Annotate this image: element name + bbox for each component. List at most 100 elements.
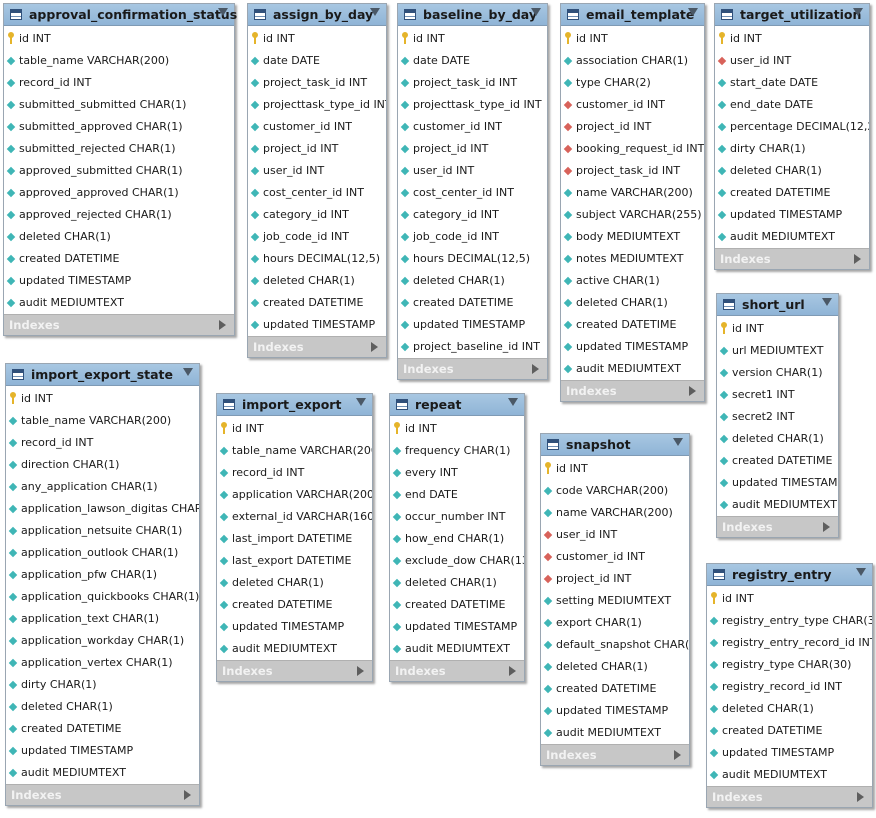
column-row[interactable]: setting MEDIUMTEXT (541, 590, 689, 612)
column-row[interactable]: created DATETIME (248, 292, 386, 314)
column-row[interactable]: audit MEDIUMTEXT (717, 494, 838, 516)
column-row[interactable]: deleted CHAR(1) (715, 160, 869, 182)
column-row[interactable]: type CHAR(2) (561, 72, 704, 94)
column-row[interactable]: user_id INT (248, 160, 386, 182)
column-row[interactable]: job_code_id INT (248, 226, 386, 248)
column-row[interactable]: id INT (4, 28, 234, 50)
column-row[interactable]: submitted_approved CHAR(1) (4, 116, 234, 138)
collapse-arrow-icon[interactable] (508, 398, 518, 406)
column-row[interactable]: id INT (707, 588, 872, 610)
table-registry-entry[interactable]: registry_entry id INT registry_entry_type … (706, 563, 873, 808)
column-row[interactable]: category_id INT (248, 204, 386, 226)
column-row[interactable]: export CHAR(1) (541, 612, 689, 634)
column-row[interactable]: audit MEDIUMTEXT (715, 226, 869, 248)
column-row[interactable]: approved_submitted CHAR(1) (4, 160, 234, 182)
column-row[interactable]: project_baseline_id INT (398, 336, 547, 358)
column-row[interactable]: updated TIMESTAMP (707, 742, 872, 764)
expand-arrow-icon[interactable] (357, 666, 364, 676)
table-header[interactable]: snapshot (541, 434, 689, 456)
table-snapshot[interactable]: snapshot id INT code VARCHAR(200) name VARC… (540, 433, 690, 766)
column-row[interactable]: updated TIMESTAMP (6, 740, 199, 762)
expand-arrow-icon[interactable] (689, 386, 696, 396)
column-row[interactable]: registry_entry_record_id INT (707, 632, 872, 654)
column-row[interactable]: project_id INT (398, 138, 547, 160)
column-row[interactable]: deleted CHAR(1) (541, 656, 689, 678)
column-row[interactable]: customer_id INT (398, 116, 547, 138)
column-row[interactable]: secret2 INT (717, 406, 838, 428)
column-row[interactable]: project_task_id INT (561, 160, 704, 182)
column-row[interactable]: application_lawson_digitas CHAR(1) (6, 498, 199, 520)
column-row[interactable]: registry_type CHAR(30) (707, 654, 872, 676)
column-row[interactable]: last_import DATETIME (217, 528, 372, 550)
column-row[interactable]: id INT (390, 418, 524, 440)
table-header[interactable]: target_utilization (715, 4, 869, 26)
column-row[interactable]: category_id INT (398, 204, 547, 226)
column-row[interactable]: audit MEDIUMTEXT (390, 638, 524, 660)
table-baseline-by-day[interactable]: baseline_by_day id INT date DATE project_ta… (397, 3, 548, 380)
column-row[interactable]: customer_id INT (541, 546, 689, 568)
indexes-bar[interactable]: Indexes (541, 744, 689, 765)
column-row[interactable]: updated TIMESTAMP (390, 616, 524, 638)
expand-arrow-icon[interactable] (823, 522, 830, 532)
column-row[interactable]: job_code_id INT (398, 226, 547, 248)
column-row[interactable]: application_outlook CHAR(1) (6, 542, 199, 564)
column-row[interactable]: any_application CHAR(1) (6, 476, 199, 498)
column-row[interactable]: id INT (715, 28, 869, 50)
column-row[interactable]: exclude_dow CHAR(13) (390, 550, 524, 572)
indexes-bar[interactable]: Indexes (6, 784, 199, 805)
column-row[interactable]: default_snapshot CHAR(1) (541, 634, 689, 656)
column-row[interactable]: deleted CHAR(1) (561, 292, 704, 314)
expand-arrow-icon[interactable] (854, 254, 861, 264)
table-repeat[interactable]: repeat id INT frequency CHAR(1) every INT en… (389, 393, 525, 682)
expand-arrow-icon[interactable] (184, 790, 191, 800)
column-row[interactable]: audit MEDIUMTEXT (707, 764, 872, 786)
column-row[interactable]: end DATE (390, 484, 524, 506)
table-header[interactable]: approval_confirmation_status (4, 4, 237, 26)
column-row[interactable]: audit MEDIUMTEXT (541, 722, 689, 744)
column-row[interactable]: every INT (390, 462, 524, 484)
indexes-bar[interactable]: Indexes (4, 314, 234, 335)
indexes-bar[interactable]: Indexes (390, 660, 524, 681)
table-header[interactable]: import_export_state (6, 364, 199, 386)
column-row[interactable]: projecttask_type_id INT (398, 94, 547, 116)
column-row[interactable]: audit MEDIUMTEXT (4, 292, 234, 314)
column-row[interactable]: project_id INT (541, 568, 689, 590)
column-row[interactable]: user_id INT (541, 524, 689, 546)
column-row[interactable]: start_date DATE (715, 72, 869, 94)
expand-arrow-icon[interactable] (674, 750, 681, 760)
column-row[interactable]: version CHAR(1) (717, 362, 838, 384)
column-row[interactable]: updated TIMESTAMP (717, 472, 838, 494)
column-row[interactable]: application VARCHAR(200) (217, 484, 372, 506)
column-row[interactable]: application_vertex CHAR(1) (6, 652, 199, 674)
column-row[interactable]: project_id INT (248, 138, 386, 160)
expand-arrow-icon[interactable] (509, 666, 516, 676)
column-row[interactable]: id INT (217, 418, 372, 440)
column-row[interactable]: deleted CHAR(1) (398, 270, 547, 292)
column-row[interactable]: external_id VARCHAR(160) (217, 506, 372, 528)
column-row[interactable]: customer_id INT (561, 94, 704, 116)
column-row[interactable]: approved_approved CHAR(1) (4, 182, 234, 204)
table-header[interactable]: import_export (217, 394, 372, 416)
column-row[interactable]: audit MEDIUMTEXT (561, 358, 704, 380)
column-row[interactable]: dirty CHAR(1) (715, 138, 869, 160)
column-row[interactable]: id INT (398, 28, 547, 50)
column-row[interactable]: deleted CHAR(1) (717, 428, 838, 450)
column-row[interactable]: created DATETIME (541, 678, 689, 700)
column-row[interactable]: application_text CHAR(1) (6, 608, 199, 630)
column-row[interactable]: cost_center_id INT (398, 182, 547, 204)
column-row[interactable]: created DATETIME (6, 718, 199, 740)
column-row[interactable]: last_export DATETIME (217, 550, 372, 572)
column-row[interactable]: id INT (541, 458, 689, 480)
column-row[interactable]: deleted CHAR(1) (707, 698, 872, 720)
column-row[interactable]: direction CHAR(1) (6, 454, 199, 476)
column-row[interactable]: deleted CHAR(1) (217, 572, 372, 594)
collapse-arrow-icon[interactable] (853, 8, 863, 16)
table-header[interactable]: baseline_by_day (398, 4, 547, 26)
column-row[interactable]: updated TIMESTAMP (541, 700, 689, 722)
column-row[interactable]: code VARCHAR(200) (541, 480, 689, 502)
column-row[interactable]: user_id INT (715, 50, 869, 72)
column-row[interactable]: end_date DATE (715, 94, 869, 116)
column-row[interactable]: subject VARCHAR(255) (561, 204, 704, 226)
column-row[interactable]: body MEDIUMTEXT (561, 226, 704, 248)
column-row[interactable]: user_id INT (398, 160, 547, 182)
